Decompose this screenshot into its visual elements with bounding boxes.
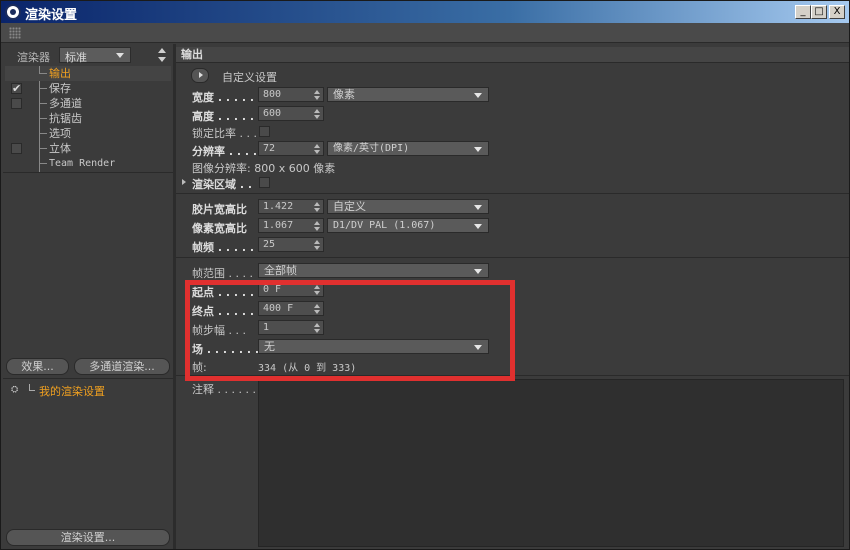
custom-settings-label: 自定义设置 — [222, 71, 277, 84]
film-aspect-field[interactable]: 1.422 — [258, 199, 324, 214]
render-region-label: 渲染区域 . . — [192, 178, 253, 191]
scroll-updown-icon[interactable] — [157, 46, 167, 64]
chevron-down-icon — [116, 53, 124, 58]
width-label: 宽度 . . . . . . — [192, 91, 263, 104]
maximize-button[interactable]: □ — [811, 5, 827, 19]
expand-arrow-icon[interactable] — [182, 179, 186, 185]
lock-ratio-checkbox[interactable] — [259, 126, 270, 137]
chevron-down-icon — [474, 269, 482, 274]
film-aspect-label: 胶片宽高比 — [192, 203, 247, 216]
settings-tree: 输出 保存 多通道 抗锯齿 选项 立体 Team Render — [5, 66, 171, 171]
preset-label: 我的渲染设置 — [39, 385, 105, 398]
play-icon[interactable] — [191, 68, 209, 83]
height-field[interactable]: 600 — [258, 106, 324, 121]
fps-field[interactable]: 25 — [258, 237, 324, 252]
resolution-label: 分辨率 . . . . — [192, 145, 258, 158]
title-bar[interactable]: 渲染设置 _ □ X — [1, 1, 849, 23]
preset-item[interactable]: ⛭ 我的渲染设置 — [7, 383, 173, 398]
pixel-aspect-select[interactable]: D1/DV PAL (1.067) — [327, 218, 489, 233]
multipass-checkbox[interactable] — [11, 98, 22, 109]
frame-range-label: 帧范围 . . . . — [192, 267, 253, 280]
buttons-separator — [3, 378, 173, 379]
section-title: 输出 — [176, 47, 849, 63]
fps-label: 帧频 . . . . . . — [192, 241, 263, 254]
tree-item-options[interactable]: 选项 — [5, 126, 171, 141]
spinner-icon — [314, 108, 320, 120]
section-separator — [176, 193, 849, 194]
frame-range-select[interactable]: 全部帧 — [258, 263, 489, 278]
tree-bottom-separator — [3, 172, 173, 173]
renderer-label: 渲染器 — [17, 51, 50, 64]
notes-label: 注释 . . . . . . — [192, 383, 256, 396]
render-region-checkbox[interactable] — [259, 177, 270, 188]
grip-icon[interactable] — [9, 27, 21, 39]
resolution-field[interactable]: 72 — [258, 141, 324, 156]
spinner-icon — [314, 143, 320, 155]
close-button[interactable]: X — [829, 5, 845, 19]
resolution-unit-select[interactable]: 像素/英寸(DPI) — [327, 141, 489, 156]
settings-icon: ⛭ — [11, 385, 19, 395]
tree-item-antialiasing[interactable]: 抗锯齿 — [5, 111, 171, 126]
stereo-checkbox[interactable] — [11, 143, 22, 154]
chevron-down-icon — [474, 224, 482, 229]
multipass-render-button[interactable]: 多通道渲染... — [74, 358, 170, 375]
render-settings-button[interactable]: 渲染设置... — [6, 529, 170, 546]
renderer-select-value: 标准 — [65, 51, 87, 64]
highlight-box — [185, 280, 515, 381]
tree-item-stereo[interactable]: 立体 — [5, 141, 171, 156]
left-panel: 渲染器 标准 输出 保存 多通道 抗锯齿 选项 — [3, 44, 173, 549]
renderer-select[interactable]: 标准 — [59, 47, 131, 64]
image-resolution-text: 图像分辨率: 800 x 600 像素 — [192, 162, 336, 175]
tree-item-multipass[interactable]: 多通道 — [5, 96, 171, 111]
spinner-icon — [314, 239, 320, 251]
toolbar-grip-bar — [1, 23, 849, 43]
pixel-aspect-field[interactable]: 1.067 — [258, 218, 324, 233]
tree-item-team-render[interactable]: Team Render — [5, 156, 171, 171]
minimize-button[interactable]: _ — [795, 5, 811, 19]
renderer-row: 渲染器 标准 — [3, 44, 173, 66]
notes-textarea[interactable] — [258, 379, 844, 547]
render-settings-window: 渲染设置 _ □ X 渲染器 标准 输出 保存 多通 — [0, 0, 850, 550]
tree-item-output[interactable]: 输出 — [5, 66, 171, 81]
cinema4d-logo-icon — [5, 4, 21, 20]
chevron-down-icon — [474, 205, 482, 210]
section-separator — [176, 257, 849, 258]
spinner-icon — [314, 220, 320, 232]
pixel-aspect-label: 像素宽高比 — [192, 222, 247, 235]
unit-select[interactable]: 像素 — [327, 87, 489, 102]
window-title: 渲染设置 — [25, 8, 78, 23]
film-aspect-select[interactable]: 自定义 — [327, 199, 489, 214]
save-checkbox[interactable] — [11, 81, 22, 96]
lock-ratio-label: 锁定比率 . . . — [192, 127, 257, 140]
effects-button[interactable]: 效果... — [6, 358, 69, 375]
width-field[interactable]: 800 — [258, 87, 324, 102]
spinner-icon — [314, 89, 320, 101]
height-label: 高度 . . . . . . — [192, 110, 263, 123]
tree-item-save[interactable]: 保存 — [5, 81, 171, 96]
chevron-down-icon — [474, 147, 482, 152]
spinner-icon — [314, 201, 320, 213]
chevron-down-icon — [474, 93, 482, 98]
